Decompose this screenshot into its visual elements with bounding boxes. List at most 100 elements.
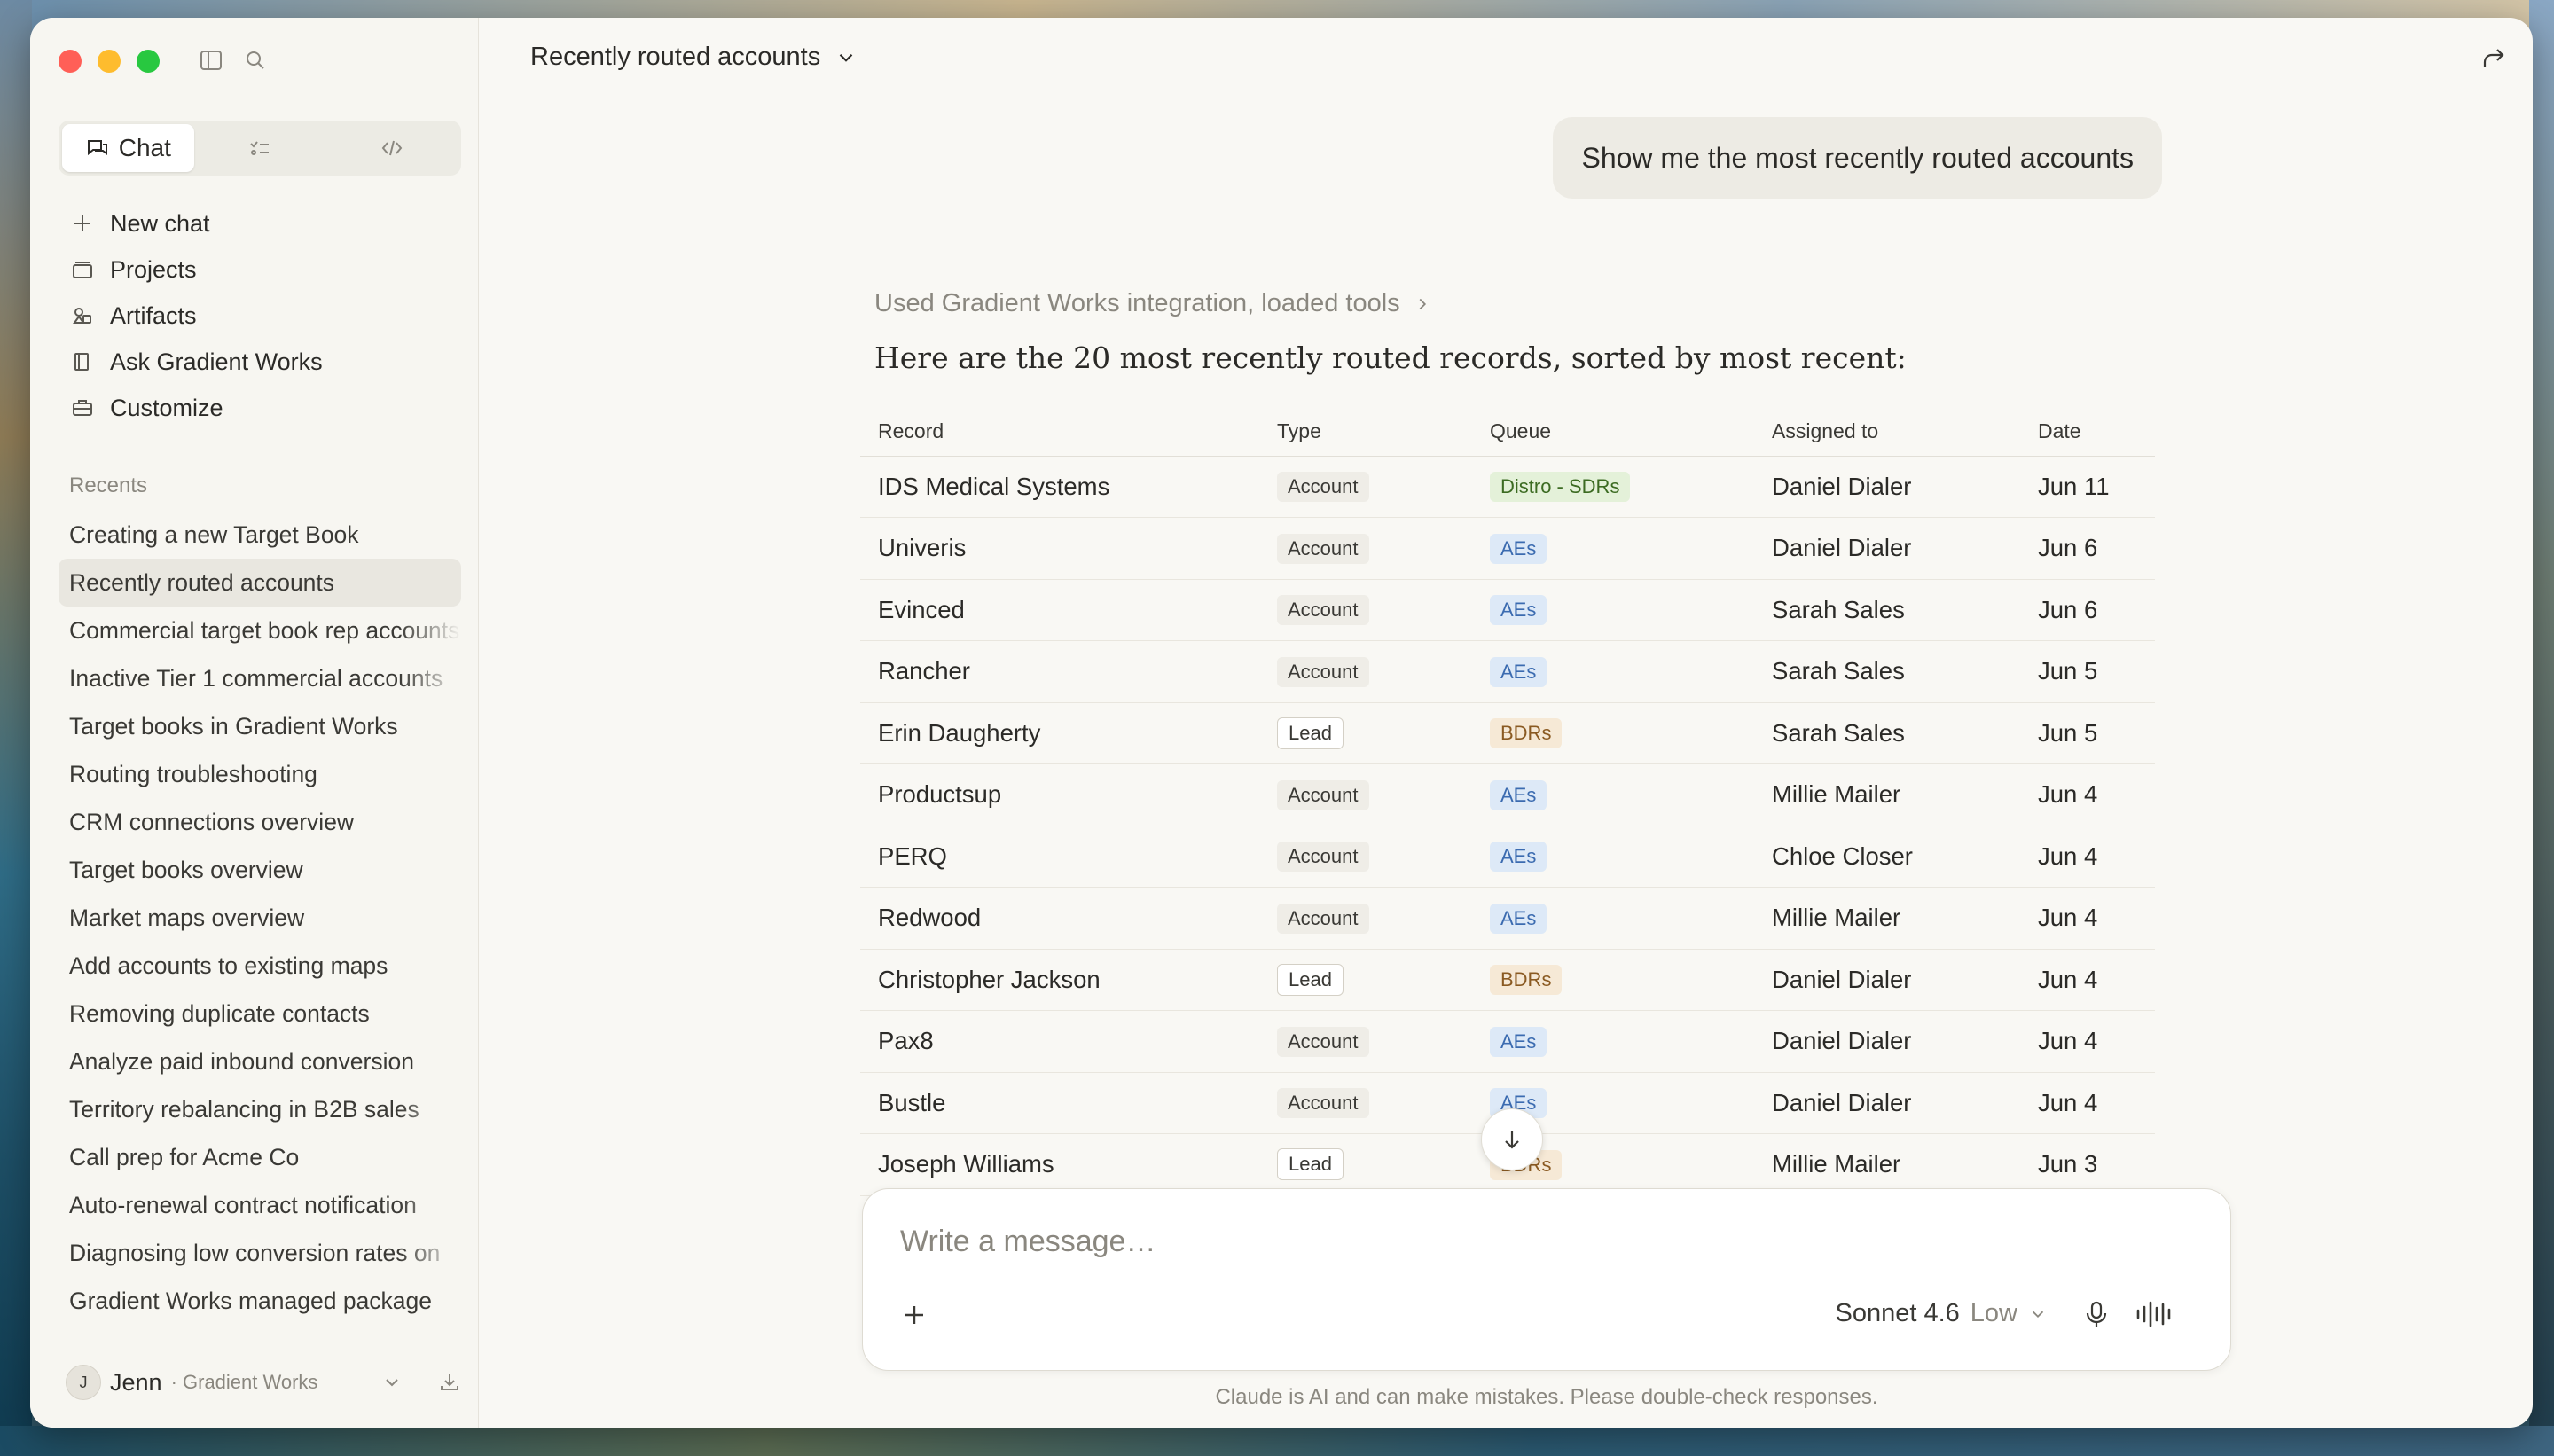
chevron-right-icon — [1413, 294, 1432, 314]
recent-chat-label: Add accounts to existing maps — [69, 951, 388, 979]
search-icon[interactable] — [243, 48, 268, 73]
recent-chat-item[interactable]: Recently routed accounts — [59, 559, 461, 607]
model-selector[interactable]: Sonnet 4.6 Low — [1836, 1299, 2049, 1328]
table-row: Rancher Account AEs Sarah Sales Jun 5 — [860, 640, 2155, 703]
type-badge: Account — [1277, 1026, 1369, 1057]
record-cell: Productsup — [860, 763, 1259, 826]
date-cell: Jun 11 — [2020, 456, 2155, 518]
recent-chat-label: Target books overview — [69, 856, 303, 883]
tab-code[interactable] — [325, 124, 458, 172]
recent-chat-item[interactable]: Routing troubleshooting — [59, 750, 461, 798]
user-menu[interactable]: J Jenn · Gradient Works — [66, 1362, 461, 1403]
recent-chat-item[interactable]: CRM connections overview — [59, 798, 461, 846]
table-body: IDS Medical Systems Account Distro - SDRs D… — [860, 456, 2155, 1196]
recent-chat-item[interactable]: Analyze paid inbound conversion — [59, 1037, 461, 1085]
sidebar-item-customize[interactable]: Customize — [59, 385, 461, 431]
date-cell: Jun 5 — [2020, 640, 2155, 703]
message-input[interactable] — [900, 1225, 2142, 1259]
type-badge: Account — [1277, 903, 1369, 934]
recent-chat-label: Gradient Works managed package — [69, 1287, 433, 1314]
type-badge: Account — [1277, 842, 1369, 873]
sidebar-top-icons — [199, 48, 268, 73]
recent-chat-item[interactable]: Commercial target book rep accounts — [59, 607, 461, 654]
sidebar-item-label: Artifacts — [110, 301, 197, 329]
main-panel: Recently routed accounts Show me the mos… — [479, 18, 2533, 1428]
plus-icon — [71, 212, 94, 235]
recent-chat-item[interactable]: Gradient Works managed package — [59, 1277, 461, 1325]
folder-icon — [71, 258, 94, 281]
sidebar-item-projects[interactable]: Projects — [59, 247, 461, 293]
recent-chat-item[interactable]: Territory rebalancing in B2B sales — [59, 1085, 461, 1133]
column-header-assigned-to: Assigned to — [1754, 408, 2020, 457]
type-cell: Account — [1259, 640, 1472, 703]
user-actions — [381, 1371, 461, 1394]
recent-chat-label: Removing duplicate contacts — [69, 999, 370, 1027]
type-badge: Lead — [1277, 716, 1344, 749]
tab-chat[interactable]: Chat — [62, 124, 194, 172]
queue-badge: BDRs — [1490, 965, 1563, 996]
share-icon[interactable] — [2480, 44, 2508, 73]
sidebar-item-ask-gradient-works[interactable]: Ask Gradient Works — [59, 339, 461, 385]
recent-chat-item[interactable]: Call prep for Acme Co — [59, 1133, 461, 1181]
desktop-wallpaper-bottom — [0, 1426, 2554, 1456]
sidebar-item-label: Projects — [110, 255, 197, 283]
recent-chat-item[interactable]: Diagnosing low conversion rates on — [59, 1229, 461, 1277]
queue-badge: AEs — [1490, 656, 1547, 687]
tab-tasks[interactable] — [194, 124, 326, 172]
recent-chat-item[interactable]: Add accounts to existing maps — [59, 942, 461, 990]
table-row: Evinced Account AEs Sarah Sales Jun 6 — [860, 579, 2155, 641]
type-badge: Account — [1277, 595, 1369, 626]
tool-use-disclosure[interactable]: Used Gradient Works integration, loaded … — [874, 289, 1432, 318]
recent-chat-item[interactable]: Target books overview — [59, 846, 461, 894]
zoom-window-button[interactable] — [137, 50, 160, 73]
date-cell: Jun 4 — [2020, 949, 2155, 1011]
date-cell: Jun 4 — [2020, 826, 2155, 888]
scroll-to-bottom-button[interactable] — [1481, 1108, 1543, 1170]
date-cell: Jun 4 — [2020, 1010, 2155, 1073]
sidebar-item-artifacts[interactable]: Artifacts — [59, 293, 461, 339]
chat-title-dropdown[interactable]: Recently routed accounts — [530, 43, 858, 72]
recent-chat-item[interactable]: Removing duplicate contacts — [59, 990, 461, 1037]
tab-chat-label: Chat — [118, 134, 171, 161]
microphone-icon[interactable] — [2081, 1299, 2111, 1329]
sidebar-toggle-icon[interactable] — [199, 48, 223, 73]
queue-badge: AEs — [1490, 595, 1547, 626]
table-row: Redwood Account AEs Millie Mailer Jun 4 — [860, 887, 2155, 950]
model-name: Sonnet 4.6 — [1835, 1299, 1960, 1327]
recent-chat-item[interactable]: Inactive Tier 1 commercial accounts — [59, 654, 461, 702]
recent-chat-item[interactable]: Market maps overview — [59, 894, 461, 942]
recents-heading: Recents — [69, 474, 148, 497]
column-header-record: Record — [860, 408, 1259, 457]
queue-cell: AEs — [1472, 517, 1754, 580]
download-icon[interactable] — [438, 1371, 461, 1394]
recent-chat-item[interactable]: Creating a new Target Book — [59, 511, 461, 559]
record-cell: Evinced — [860, 579, 1259, 641]
record-cell: IDS Medical Systems — [860, 456, 1259, 518]
table-row: Productsup Account AEs Millie Mailer Jun 4 — [860, 763, 2155, 826]
recent-chat-item[interactable]: Target books in Gradient Works — [59, 702, 461, 750]
record-cell: Redwood — [860, 887, 1259, 950]
type-cell: Account — [1259, 763, 1472, 826]
effort-level: Low — [1970, 1299, 2017, 1327]
recent-chat-label: Inactive Tier 1 commercial accounts — [69, 664, 443, 692]
assistant-lead-text: Here are the 20 most recently routed rec… — [874, 341, 1907, 375]
sidebar-item-label: New chat — [110, 209, 210, 237]
record-cell: Pax8 — [860, 1010, 1259, 1073]
minimize-window-button[interactable] — [98, 50, 121, 73]
sidebar-item-label: Ask Gradient Works — [110, 348, 323, 375]
type-badge: Account — [1277, 1088, 1369, 1119]
chat-bubbles-icon — [85, 136, 110, 160]
date-cell: Jun 5 — [2020, 702, 2155, 764]
chevron-down-icon — [2028, 1304, 2048, 1324]
chevron-down-icon[interactable] — [381, 1372, 403, 1393]
type-cell: Lead — [1259, 1133, 1472, 1196]
recent-chat-item[interactable]: Auto-renewal contract notification — [59, 1181, 461, 1229]
sidebar-item-new-chat[interactable]: New chat — [59, 200, 461, 247]
voice-mode-icon[interactable] — [2135, 1299, 2175, 1329]
close-window-button[interactable] — [59, 50, 82, 73]
artifacts-icon — [71, 304, 94, 327]
sidebar-item-label: Customize — [110, 394, 223, 421]
window-controls — [59, 50, 160, 73]
table-row: Univeris Account AEs Daniel Dialer Jun 6 — [860, 517, 2155, 580]
add-attachment-button[interactable] — [900, 1301, 928, 1329]
